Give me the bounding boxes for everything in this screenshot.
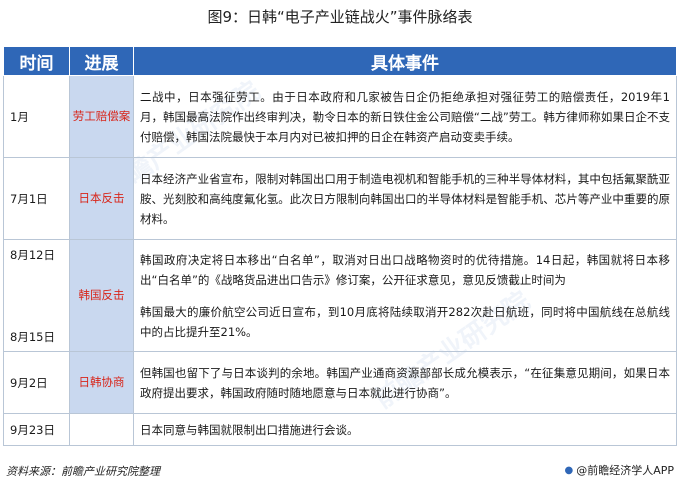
time-cell: 8月12日 8月15日 — [3, 239, 70, 352]
detail-text: 韩国最大的廉价航空公司近日宣布，到10月底将陆续取消开282次赴日航班，同时将中… — [140, 304, 670, 339]
header-time: 时间 — [3, 46, 70, 76]
progress-cell: 韩国反击 — [69, 239, 134, 352]
header-progress: 进展 — [69, 46, 134, 76]
detail-text: 韩国政府决定将日本移出“白名单”，取消对日出口战略物资时的优待措施。14日起，韩… — [140, 252, 670, 287]
time-cell: 9月23日 — [3, 413, 70, 446]
detail-cell: 但韩国也留下了与日本谈判的余地。韩国产业通商资源部部长成允模表示，“在征集意见期… — [133, 351, 677, 414]
progress-cell: 劳工赔偿案 — [69, 75, 134, 158]
table-row: 8月12日 8月15日 韩国反击 韩国政府决定将日本移出“白名单”，取消对日出口… — [3, 239, 677, 352]
detail-cell: 二战中，日本强征劳工。由于日本政府和几家被告日企仍拒绝承担对强征劳工的赔偿责任，… — [133, 75, 677, 158]
progress-cell: 日韩协商 — [69, 351, 134, 414]
table-row: 7月1日 日本反击 日本经济产业省宣布，限制对韩国出口用于制造电视机和智能手机的… — [3, 157, 677, 240]
time-cell: 7月1日 — [3, 157, 70, 240]
table-row: 9月2日 日韩协商 但韩国也留下了与日本谈判的余地。韩国产业通商资源部部长成允模… — [3, 351, 677, 414]
time-cell: 1月 — [3, 75, 70, 158]
event-table: 时间 进展 具体事件 1月 劳工赔偿案 二战中，日本强征劳工。由于日本政府和几家… — [3, 46, 677, 446]
table-row: 9月23日 日本同意与韩国就限制出口措施进行会谈。 — [3, 413, 677, 446]
brand-label: ● @前瞻经济学人APP — [564, 462, 674, 478]
table-row: 1月 劳工赔偿案 二战中，日本强征劳工。由于日本政府和几家被告日企仍拒绝承担对强… — [3, 75, 677, 158]
progress-cell: 日本反击 — [69, 157, 134, 240]
time-end: 8月15日 — [10, 329, 55, 344]
detail-cell: 韩国政府决定将日本移出“白名单”，取消对日出口战略物资时的优待措施。14日起，韩… — [133, 239, 677, 352]
brand-logo-icon: ● — [564, 464, 574, 476]
page-title: 图9：日韩“电子产业链战火”事件脉络表 — [207, 8, 473, 26]
brand-text: @前瞻经济学人APP — [576, 464, 674, 477]
detail-cell: 日本同意与韩国就限制出口措施进行会谈。 — [133, 413, 677, 446]
source-note: 资料来源：前瞻产业研究院整理 — [6, 465, 160, 478]
time-cell: 9月2日 — [3, 351, 70, 414]
time-start: 8月12日 — [10, 247, 55, 262]
progress-cell — [69, 413, 134, 446]
header-detail: 具体事件 — [133, 46, 677, 76]
detail-cell: 日本经济产业省宣布，限制对韩国出口用于制造电视机和智能手机的三种半导体材料，其中… — [133, 157, 677, 240]
table-header-row: 时间 进展 具体事件 — [3, 46, 677, 76]
